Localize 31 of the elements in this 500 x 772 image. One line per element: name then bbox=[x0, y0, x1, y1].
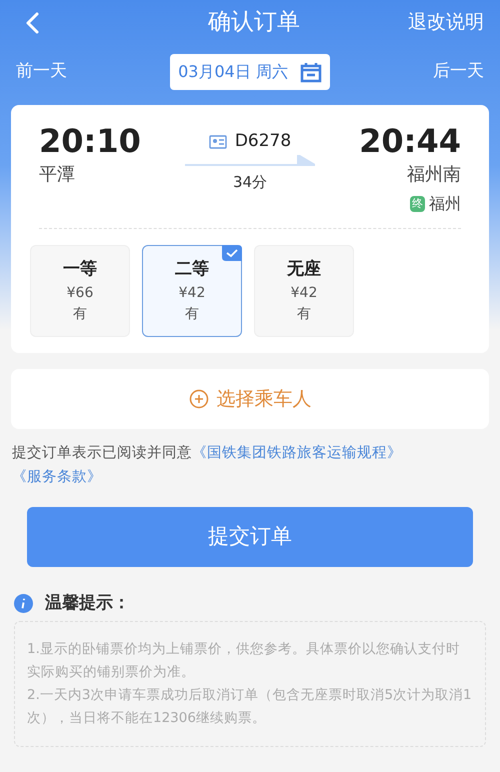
terminal-station: 福州 bbox=[429, 193, 461, 215]
agreement-link[interactable]: 《服务条款》 bbox=[12, 469, 102, 485]
tip-text: 1.显示的卧铺票价均为上铺票价，供您参考。具体票价以您确认支付时实际购买的铺别票价为准。 bbox=[27, 640, 461, 682]
seat-option[interactable]: 一等 ¥66 有 bbox=[30, 245, 130, 337]
seat-option[interactable]: 无座 ¥42 有 bbox=[254, 245, 354, 337]
info-icon bbox=[14, 594, 33, 614]
departure-time: 20:10 bbox=[39, 121, 141, 161]
back-icon[interactable] bbox=[24, 10, 40, 34]
train-number: D6278 bbox=[234, 130, 292, 153]
plus-circle-icon bbox=[188, 389, 208, 409]
submit-order-button[interactable]: 提交订单 bbox=[27, 507, 473, 567]
tips-title: 温馨提示： bbox=[45, 592, 130, 615]
date-picker[interactable]: 03月04日 周六 bbox=[170, 54, 330, 90]
agreement-link[interactable]: 《国铁集团铁路旅客运输规程》 bbox=[192, 445, 402, 461]
seat-option[interactable]: 二等 ¥42 有 bbox=[142, 245, 242, 337]
arrival-station: 福州南 bbox=[407, 163, 461, 187]
check-icon bbox=[222, 245, 242, 261]
calendar-icon bbox=[300, 61, 322, 83]
next-day-button[interactable]: 后一天 bbox=[433, 59, 484, 85]
page-title: 确认订单 bbox=[208, 8, 300, 38]
previous-day-button[interactable]: 前一天 bbox=[16, 59, 67, 85]
arrival-time: 20:44 bbox=[359, 121, 461, 161]
direction-arrow-icon bbox=[185, 154, 315, 166]
agreement-text: 提交订单表示已阅读并同意《国铁集团铁路旅客运输规程》 《服务条款》 bbox=[11, 444, 403, 487]
departure-station: 平潭 bbox=[39, 163, 76, 187]
id-card-icon bbox=[208, 134, 227, 149]
tip-text: 2.一天内3次申请车票成功后取消订单（包含无座票时取消5次计为取消1次），当日将不能在12306继续购票。 bbox=[27, 686, 473, 728]
select-passenger-button[interactable]: 选择乘车人 bbox=[11, 369, 489, 429]
terminal-badge: 终 bbox=[410, 196, 425, 212]
travel-duration: 34分 bbox=[232, 172, 268, 192]
refund-rules-link[interactable]: 退改说明 bbox=[408, 8, 484, 37]
